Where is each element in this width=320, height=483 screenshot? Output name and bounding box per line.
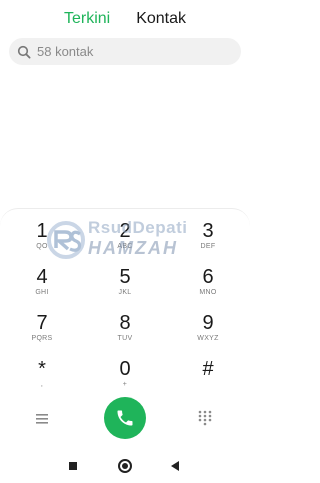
dial-key-letters: WXYZ — [197, 335, 219, 342]
dial-key-3[interactable]: 3 DEF — [178, 220, 238, 260]
dial-key-digit: * — [38, 358, 46, 380]
menu-icon[interactable] — [36, 412, 50, 424]
tab-contacts[interactable]: Kontak — [136, 8, 186, 30]
dial-key-digit: 3 — [202, 220, 214, 242]
dial-key-6[interactable]: 6 MNO — [178, 266, 238, 306]
dial-key-letters: TUV — [117, 335, 133, 342]
system-navbar — [0, 451, 250, 483]
dial-key-digit: 8 — [119, 312, 131, 334]
dial-key-digit: 0 — [119, 358, 131, 380]
dial-key-5[interactable]: 5 JKL — [95, 266, 155, 306]
dial-key-digit: 4 — [36, 266, 48, 288]
dial-key-digit: 1 — [36, 220, 48, 242]
dial-key-letters: + — [122, 381, 128, 388]
dial-key-9[interactable]: 9 WXYZ — [178, 312, 238, 352]
dial-key-8[interactable]: 8 TUV — [95, 312, 155, 352]
dial-key-7[interactable]: 7 PQRS — [12, 312, 72, 352]
search-icon — [17, 45, 31, 59]
call-button[interactable] — [104, 397, 146, 439]
dial-key-letters: DEF — [200, 243, 216, 250]
search-bar[interactable] — [9, 38, 241, 65]
dial-key-letters: PQRS — [31, 335, 53, 342]
dial-key-1[interactable]: 1 QO — [12, 220, 72, 260]
tab-bar: Terkini Kontak — [0, 8, 250, 30]
dial-key-2[interactable]: 2 ABC — [95, 220, 155, 260]
dial-key-star[interactable]: *, — [12, 358, 72, 398]
dial-key-letters: ABC — [117, 243, 133, 250]
home-circle-icon[interactable] — [118, 459, 132, 473]
tab-recent[interactable]: Terkini — [64, 8, 110, 30]
dial-key-letters: , — [40, 381, 44, 388]
phone-icon — [117, 410, 133, 426]
dial-key-digit: 7 — [36, 312, 48, 334]
dial-key-4[interactable]: 4 GHI — [12, 266, 72, 306]
dial-key-0[interactable]: 0 + — [95, 358, 155, 398]
dial-key-digit: 6 — [202, 266, 214, 288]
back-triangle-icon[interactable] — [171, 461, 179, 471]
dial-key-digit: # — [202, 358, 214, 380]
dial-key-letters: JKL — [118, 289, 132, 296]
dial-key-letters: MNO — [199, 289, 217, 296]
keypad-icon[interactable] — [198, 410, 212, 426]
dial-key-hash[interactable]: # — [178, 358, 238, 398]
dial-key-digit: 2 — [119, 220, 131, 242]
dial-key-letters: GHI — [35, 289, 49, 296]
dial-key-letters: QO — [36, 243, 48, 250]
dialer-actions — [0, 396, 250, 440]
dial-key-digit: 9 — [202, 312, 214, 334]
dial-key-digit: 5 — [119, 266, 131, 288]
search-input[interactable] — [37, 44, 217, 59]
recents-square-icon[interactable] — [69, 462, 77, 470]
